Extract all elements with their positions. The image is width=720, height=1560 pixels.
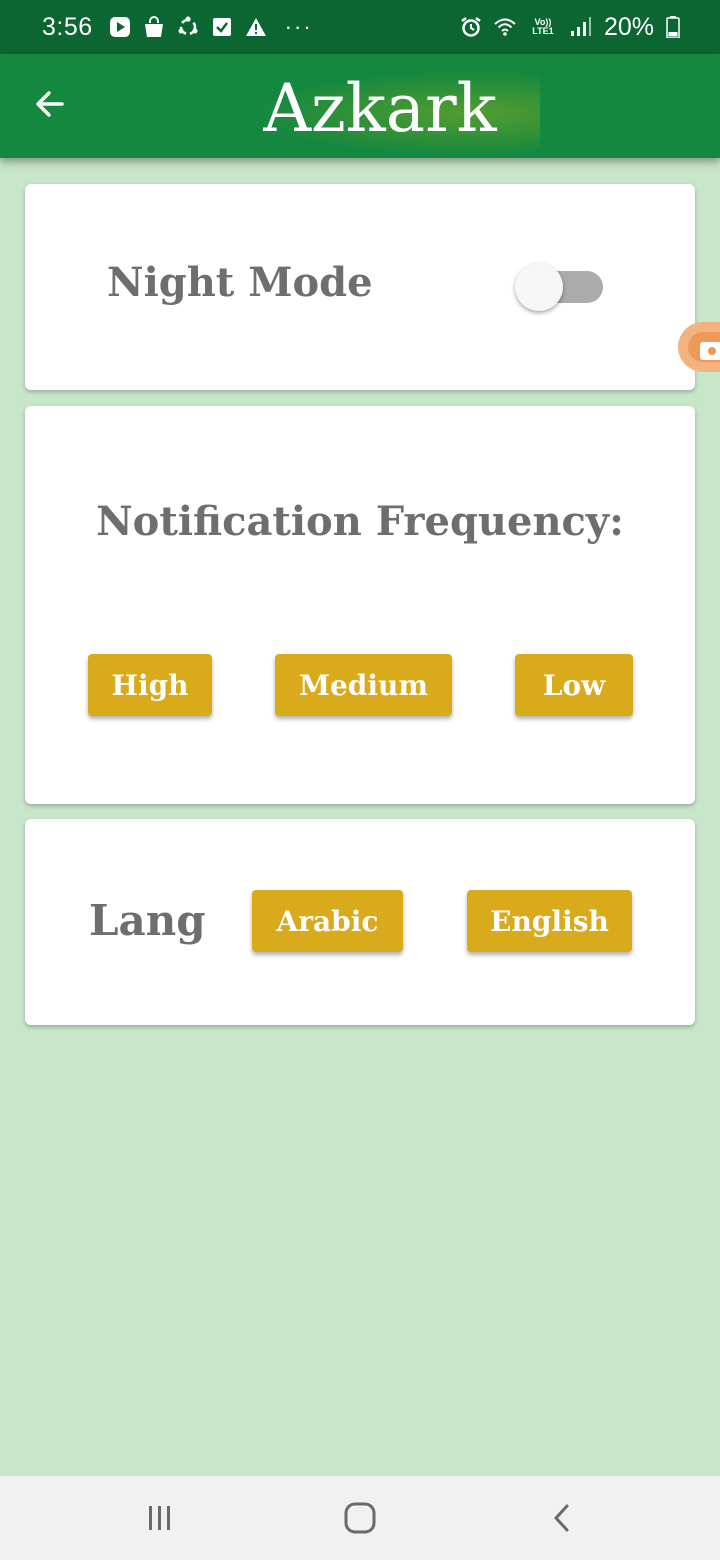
system-back-button[interactable]	[540, 1496, 584, 1540]
language-card: Lang Arabic English	[25, 819, 695, 1025]
notification-frequency-card: Notification Frequency: High Medium Low	[25, 406, 695, 804]
sync-icon	[177, 16, 199, 38]
frequency-high-button[interactable]: High	[88, 654, 212, 716]
floating-bubble-inner	[688, 332, 720, 362]
battery-percent: 20%	[603, 12, 654, 41]
night-mode-label: Night Mode	[107, 259, 373, 306]
language-english-button[interactable]: English	[467, 890, 632, 952]
arrow-left-icon	[36, 91, 64, 117]
back-chevron-icon	[554, 1504, 569, 1532]
wifi-icon	[494, 16, 516, 38]
warning-icon	[245, 16, 267, 38]
system-nav-bar	[0, 1476, 720, 1560]
home-button[interactable]	[338, 1496, 382, 1540]
back-button[interactable]	[28, 82, 72, 126]
status-bar-left: 3:56 ···	[42, 13, 313, 42]
recents-icon	[149, 1506, 170, 1530]
battery-icon	[666, 16, 680, 38]
status-time: 3:56	[42, 12, 93, 41]
language-label: Lang	[89, 896, 206, 945]
alarm-icon	[460, 16, 482, 38]
checkbox-icon	[211, 16, 233, 38]
camera-icon	[700, 342, 720, 360]
page-title: Azkark	[220, 64, 540, 154]
status-bar: 3:56 ··· Vo)) LTE1 20%	[0, 0, 720, 54]
language-arabic-button[interactable]: Arabic	[252, 890, 403, 952]
more-notifications: ···	[284, 14, 313, 39]
frequency-low-button[interactable]: Low	[515, 654, 633, 716]
frequency-medium-button[interactable]: Medium	[275, 654, 452, 716]
app-bar: Azkark	[0, 54, 720, 158]
volte-indicator: Vo)) LTE1	[528, 16, 558, 38]
status-bar-right: Vo)) LTE1 20%	[460, 13, 680, 42]
notification-frequency-label: Notification Frequency:	[96, 498, 624, 545]
recents-button[interactable]	[138, 1496, 182, 1540]
night-mode-toggle[interactable]	[515, 262, 607, 314]
home-icon	[344, 1502, 376, 1534]
play-store-icon	[109, 16, 131, 38]
night-mode-card: Night Mode	[25, 184, 695, 390]
toggle-thumb	[515, 263, 563, 311]
signal-icon	[570, 16, 592, 38]
shopping-bag-icon	[143, 16, 165, 38]
lte-label: LTE1	[532, 26, 554, 36]
floating-record-bubble[interactable]	[678, 322, 720, 372]
